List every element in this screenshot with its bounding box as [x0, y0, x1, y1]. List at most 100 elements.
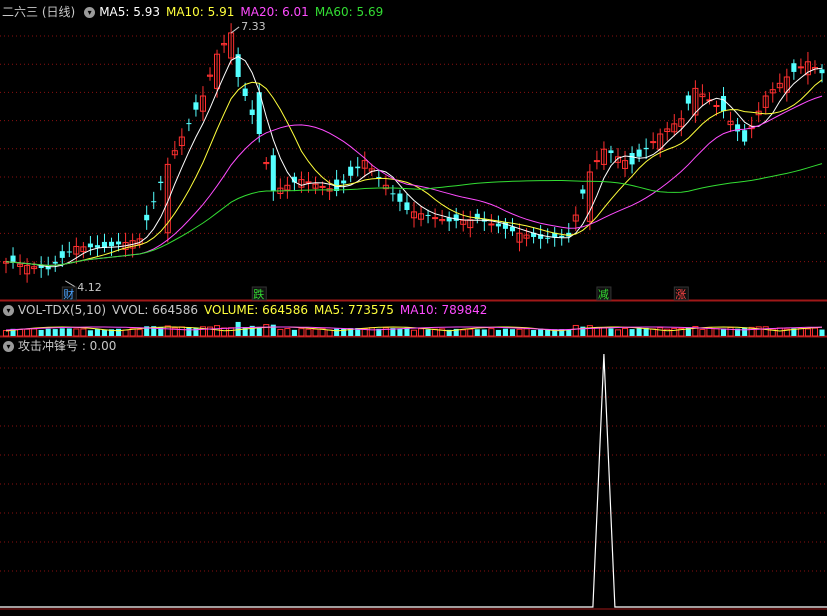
volume-bar: [418, 328, 425, 337]
high-price-label: 7.33: [241, 20, 266, 33]
collapse-icon[interactable]: ▾: [3, 340, 14, 352]
volume-bar: [488, 328, 495, 337]
volume-bar: [776, 327, 783, 337]
candle-body: [397, 193, 403, 202]
volume-bar: [706, 327, 713, 337]
volume-bar: [186, 327, 192, 336]
stock-chart-window: 7.33 4.12 财 跌 减 涨 二六三 (日线) ▾ MA5: 5.93 MA10: …: [0, 0, 827, 613]
volume-bar: [819, 329, 825, 336]
signal-line: [0, 353, 827, 608]
candle-body: [559, 235, 565, 238]
volume-bar: [538, 328, 544, 336]
candle-body: [355, 166, 361, 169]
volume-bar: [235, 321, 241, 336]
volume-bar: [263, 324, 270, 337]
volume-bar: [298, 328, 305, 337]
volume-bar: [38, 329, 44, 336]
candle-body: [376, 177, 382, 179]
volume-bar: [45, 328, 51, 336]
volume-bar: [425, 329, 431, 336]
candle-body: [144, 214, 150, 221]
candle-body: [390, 193, 396, 195]
volume-bar: [474, 329, 480, 336]
volume-bar: [566, 329, 572, 336]
event-marker-label: 跌: [253, 287, 264, 301]
volume-bar: [593, 327, 600, 337]
candle-body: [59, 251, 65, 258]
ma10-line: [5, 79, 823, 267]
volume-bar: [101, 329, 108, 336]
volume-bar: [762, 326, 769, 337]
candle-body: [108, 241, 115, 247]
ma5-label: MA5: 5.93: [99, 5, 160, 19]
collapse-icon[interactable]: ▾: [3, 304, 14, 316]
candle-body: [432, 217, 439, 220]
candle-body: [819, 69, 825, 74]
volume-bar: [713, 328, 720, 337]
candle-body: [580, 189, 586, 194]
candle-body: [186, 123, 192, 125]
candle-body: [404, 202, 410, 210]
volume-bar: [326, 329, 333, 337]
volume-bar: [572, 324, 579, 337]
candle-body: [791, 63, 797, 72]
vol-ma5-label: MA5: 773575: [313, 303, 394, 317]
volume-bar: [797, 328, 804, 337]
volume-bar: [291, 329, 297, 336]
candle-body: [593, 160, 600, 163]
candle-body: [66, 251, 72, 253]
volume-bar: [671, 327, 678, 337]
volume-bar: [397, 328, 403, 336]
volume-bar: [811, 327, 818, 337]
volume-bar: [214, 325, 221, 337]
candle-body: [348, 166, 354, 176]
candle-body: [608, 150, 614, 153]
volume-bar: [193, 327, 199, 336]
candle-body: [193, 102, 199, 110]
volume-bar: [495, 329, 501, 336]
low-price-label: 4.12: [77, 281, 102, 294]
volume-bar: [460, 329, 467, 337]
volume-bar: [221, 327, 228, 337]
volume-bar: [52, 329, 58, 336]
volume-bar: [742, 327, 748, 336]
candle-body: [685, 95, 691, 104]
volume-bar: [545, 329, 551, 336]
volume-bar: [136, 329, 143, 337]
volume-bar: [334, 328, 340, 336]
volume-bar: [727, 326, 734, 337]
volume-bar: [2, 330, 10, 337]
candle-body: [319, 185, 326, 188]
candle-body: [629, 153, 635, 165]
candle-body: [242, 88, 248, 96]
low-annotation-arrow: [65, 280, 76, 288]
candle-body: [249, 109, 255, 115]
volume-bar: [502, 328, 508, 336]
candle-body: [425, 214, 431, 216]
volume-bar: [523, 328, 530, 337]
volume-bar: [531, 330, 537, 336]
volume-bar: [410, 329, 418, 337]
vvol-label: VVOL: 664586: [112, 303, 199, 317]
candle-body: [495, 223, 501, 227]
volume-bar: [804, 328, 811, 337]
collapse-icon[interactable]: ▾: [84, 6, 96, 18]
candle-body: [87, 243, 93, 248]
signal-title: 攻击冲锋号 : 0.00: [18, 339, 117, 353]
candle-body: [158, 181, 164, 184]
signal-legend: ▾ 攻击冲锋号 : 0.00: [0, 338, 122, 354]
event-marker-label: 减: [598, 288, 609, 301]
candle-body: [797, 66, 804, 69]
volume-bar: [657, 327, 664, 337]
volume-bar: [228, 327, 235, 337]
volume-bar: [284, 328, 291, 337]
candle-body: [270, 155, 276, 191]
volume-bar: [24, 328, 31, 337]
volume-bar: [481, 329, 487, 336]
candle-body: [545, 237, 551, 239]
volume-bar: [122, 329, 129, 337]
volume-bar: [699, 328, 706, 337]
ma20-label: MA20: 6.01: [240, 5, 309, 19]
volume-legend: ▾ VOL-TDX(5,10) VVOL: 664586 VOLUME: 664…: [0, 302, 493, 318]
candle-body: [488, 223, 495, 226]
